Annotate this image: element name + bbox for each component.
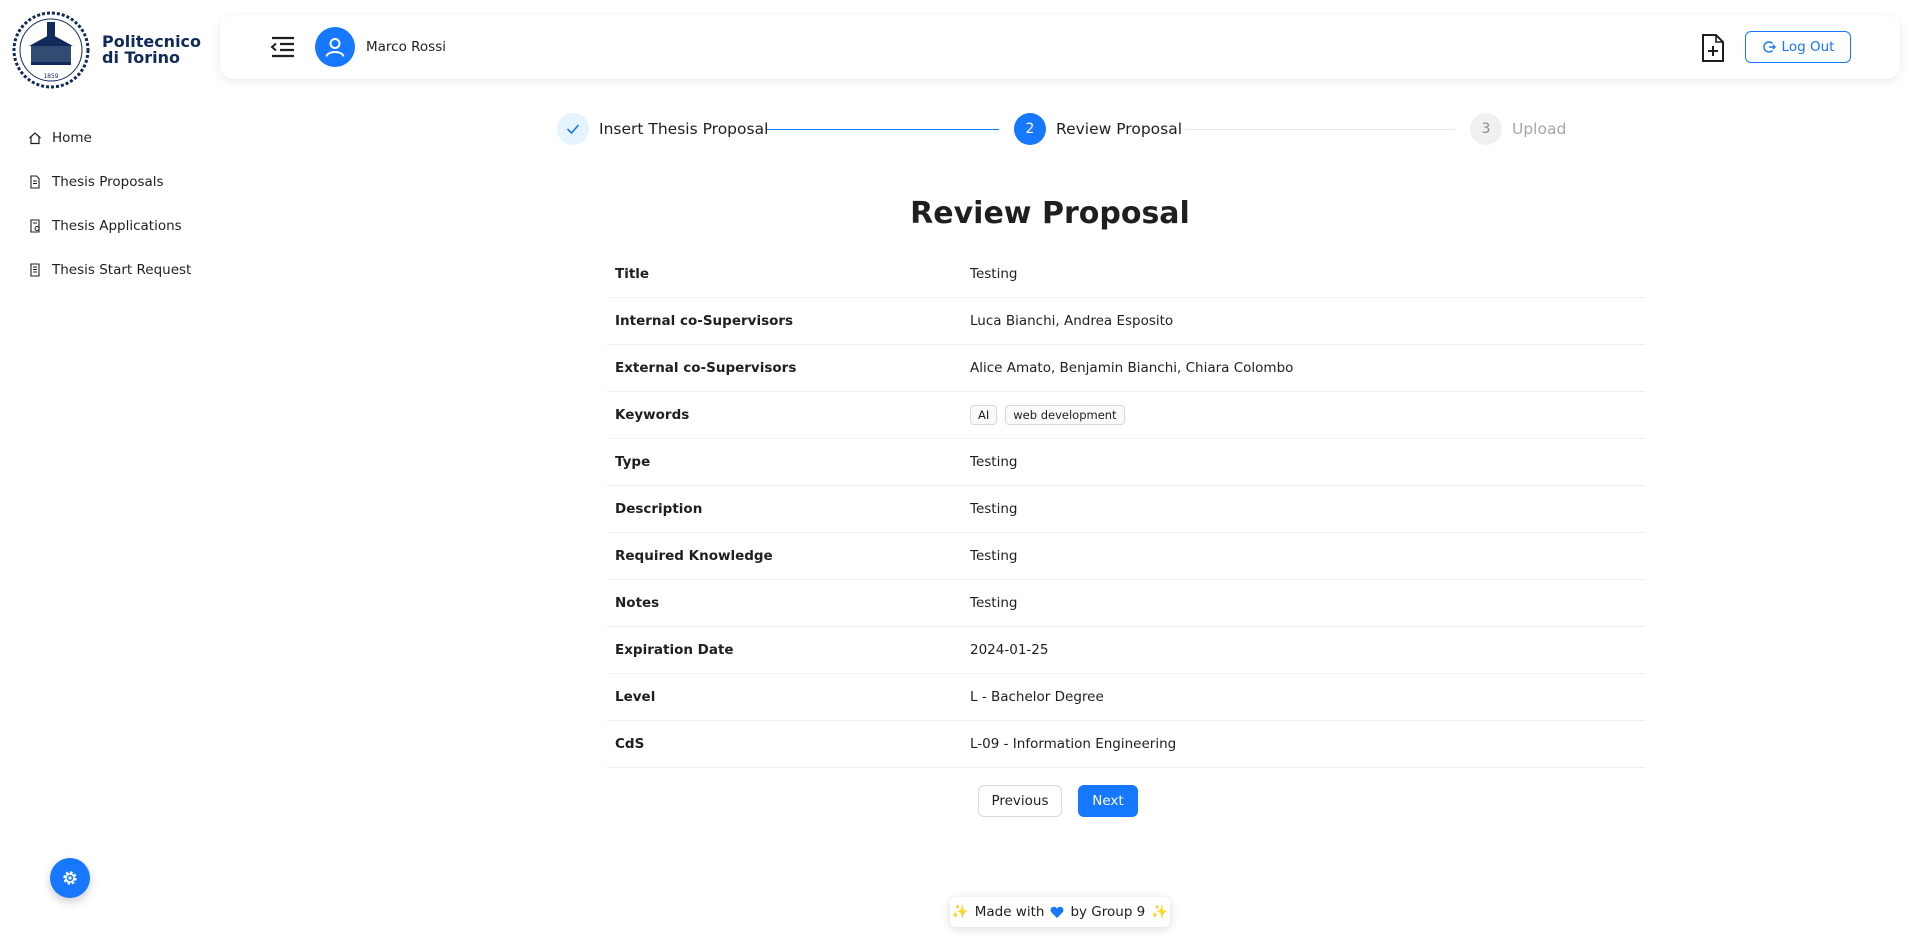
next-button[interactable]: Next bbox=[1078, 785, 1138, 817]
user-icon bbox=[325, 38, 345, 57]
row-value: Luca Bianchi, Andrea Esposito bbox=[970, 313, 1174, 329]
check-icon bbox=[566, 124, 580, 135]
row-value: Testing bbox=[970, 501, 1018, 517]
table-row: Expiration Date 2024-01-25 bbox=[607, 627, 1645, 674]
row-key: Notes bbox=[615, 595, 660, 611]
top-header: Marco Rossi Log Out bbox=[220, 15, 1900, 79]
svg-text:1859: 1859 bbox=[43, 73, 58, 80]
settings-button[interactable] bbox=[50, 858, 90, 898]
step-label: Review Proposal bbox=[1056, 120, 1183, 138]
row-value: Testing bbox=[970, 595, 1018, 611]
step-pending-circle: 3 bbox=[1470, 113, 1502, 145]
document-icon bbox=[30, 175, 40, 189]
sparkle-icon: ✨ bbox=[1151, 904, 1169, 920]
step-connector-pending bbox=[1185, 129, 1455, 130]
gear-icon bbox=[63, 871, 77, 885]
table-row: CdS L-09 - Information Engineering bbox=[607, 721, 1645, 768]
user-name: Marco Rossi bbox=[366, 39, 446, 55]
home-icon bbox=[29, 132, 41, 145]
table-row: Notes Testing bbox=[607, 580, 1645, 627]
step-label: Insert Thesis Proposal bbox=[599, 120, 769, 138]
sidebar-item-label: Home bbox=[52, 130, 92, 146]
footer-suffix: by Group 9 bbox=[1070, 904, 1146, 920]
row-key: Title bbox=[615, 266, 650, 282]
new-document-button[interactable] bbox=[1700, 33, 1726, 63]
row-key: Description bbox=[615, 501, 703, 517]
row-value: L - Bachelor Degree bbox=[970, 689, 1104, 705]
review-table: Title Testing Internal co-Supervisors Luca… bbox=[607, 251, 1645, 768]
logo-line-2: di Torino bbox=[102, 48, 181, 67]
keyword-tag: web development bbox=[1005, 405, 1125, 425]
avatar[interactable] bbox=[315, 27, 355, 67]
menu-fold-button[interactable] bbox=[270, 35, 296, 59]
row-value: Testing bbox=[970, 548, 1018, 564]
menu-fold-icon bbox=[270, 36, 294, 58]
heart-icon bbox=[1051, 906, 1064, 918]
row-key: CdS bbox=[615, 736, 645, 752]
keyword-tag: AI bbox=[970, 405, 998, 425]
logout-icon bbox=[1762, 41, 1776, 53]
sparkle-icon: ✨ bbox=[951, 904, 969, 920]
sidebar-item-thesis-start-request[interactable]: Thesis Start Request bbox=[0, 248, 210, 292]
table-row: Description Testing bbox=[607, 486, 1645, 533]
sidebar-item-label: Thesis Proposals bbox=[52, 174, 164, 190]
sidebar-item-label: Thesis Start Request bbox=[52, 262, 192, 278]
footer-credit: ✨ Made with by Group 9 ✨ bbox=[950, 897, 1170, 927]
table-row: Keywords AI web development bbox=[607, 392, 1645, 439]
university-seal-icon: 1859 bbox=[12, 11, 90, 89]
row-key: Expiration Date bbox=[615, 642, 734, 658]
table-row: Required Knowledge Testing bbox=[607, 533, 1645, 580]
row-value: Testing bbox=[970, 454, 1018, 470]
logo[interactable]: 1859 Politecnico di Torino bbox=[9, 10, 201, 90]
step-label: Upload bbox=[1512, 120, 1567, 138]
row-key: Required Knowledge bbox=[615, 548, 773, 564]
row-key: Level bbox=[615, 689, 656, 705]
document-list-icon bbox=[30, 263, 40, 277]
row-key: Type bbox=[615, 454, 651, 470]
step-upload[interactable]: 3 Upload bbox=[1470, 113, 1566, 145]
step-done-circle bbox=[557, 113, 589, 145]
step-active-circle: 2 bbox=[1014, 113, 1046, 145]
table-row: Internal co-Supervisors Luca Bianchi, And… bbox=[607, 298, 1645, 345]
previous-button[interactable]: Previous bbox=[978, 785, 1062, 817]
row-key: Internal co-Supervisors bbox=[615, 313, 794, 329]
page-title: Review Proposal bbox=[910, 196, 1190, 231]
sidebar-item-home[interactable]: Home bbox=[0, 116, 210, 160]
logo-text: Politecnico di Torino bbox=[102, 34, 201, 66]
row-value: Alice Amato, Benjamin Bianchi, Chiara Co… bbox=[970, 360, 1294, 376]
table-row: Title Testing bbox=[607, 251, 1645, 298]
row-value: Testing bbox=[970, 266, 1018, 282]
row-value: L-09 - Information Engineering bbox=[970, 736, 1177, 752]
row-key: Keywords bbox=[615, 407, 690, 423]
table-row: Type Testing bbox=[607, 439, 1645, 486]
row-value: 2024-01-25 bbox=[970, 642, 1049, 658]
file-add-icon bbox=[1702, 34, 1724, 62]
table-row: Level L - Bachelor Degree bbox=[607, 674, 1645, 721]
step-connector-done bbox=[767, 129, 999, 130]
step-insert-proposal[interactable]: Insert Thesis Proposal bbox=[557, 113, 768, 145]
logout-label: Log Out bbox=[1781, 39, 1835, 55]
row-key: External co-Supervisors bbox=[615, 360, 797, 376]
keywords-value: AI web development bbox=[970, 405, 1645, 425]
logout-button[interactable]: Log Out bbox=[1745, 31, 1851, 63]
table-row: External co-Supervisors Alice Amato, Benj… bbox=[607, 345, 1645, 392]
step-review-proposal[interactable]: 2 Review Proposal bbox=[1014, 113, 1182, 145]
footer-prefix: Made with bbox=[974, 904, 1045, 920]
app-root: 1859 Politecnico di Torino Home Thesis P… bbox=[0, 0, 1920, 947]
